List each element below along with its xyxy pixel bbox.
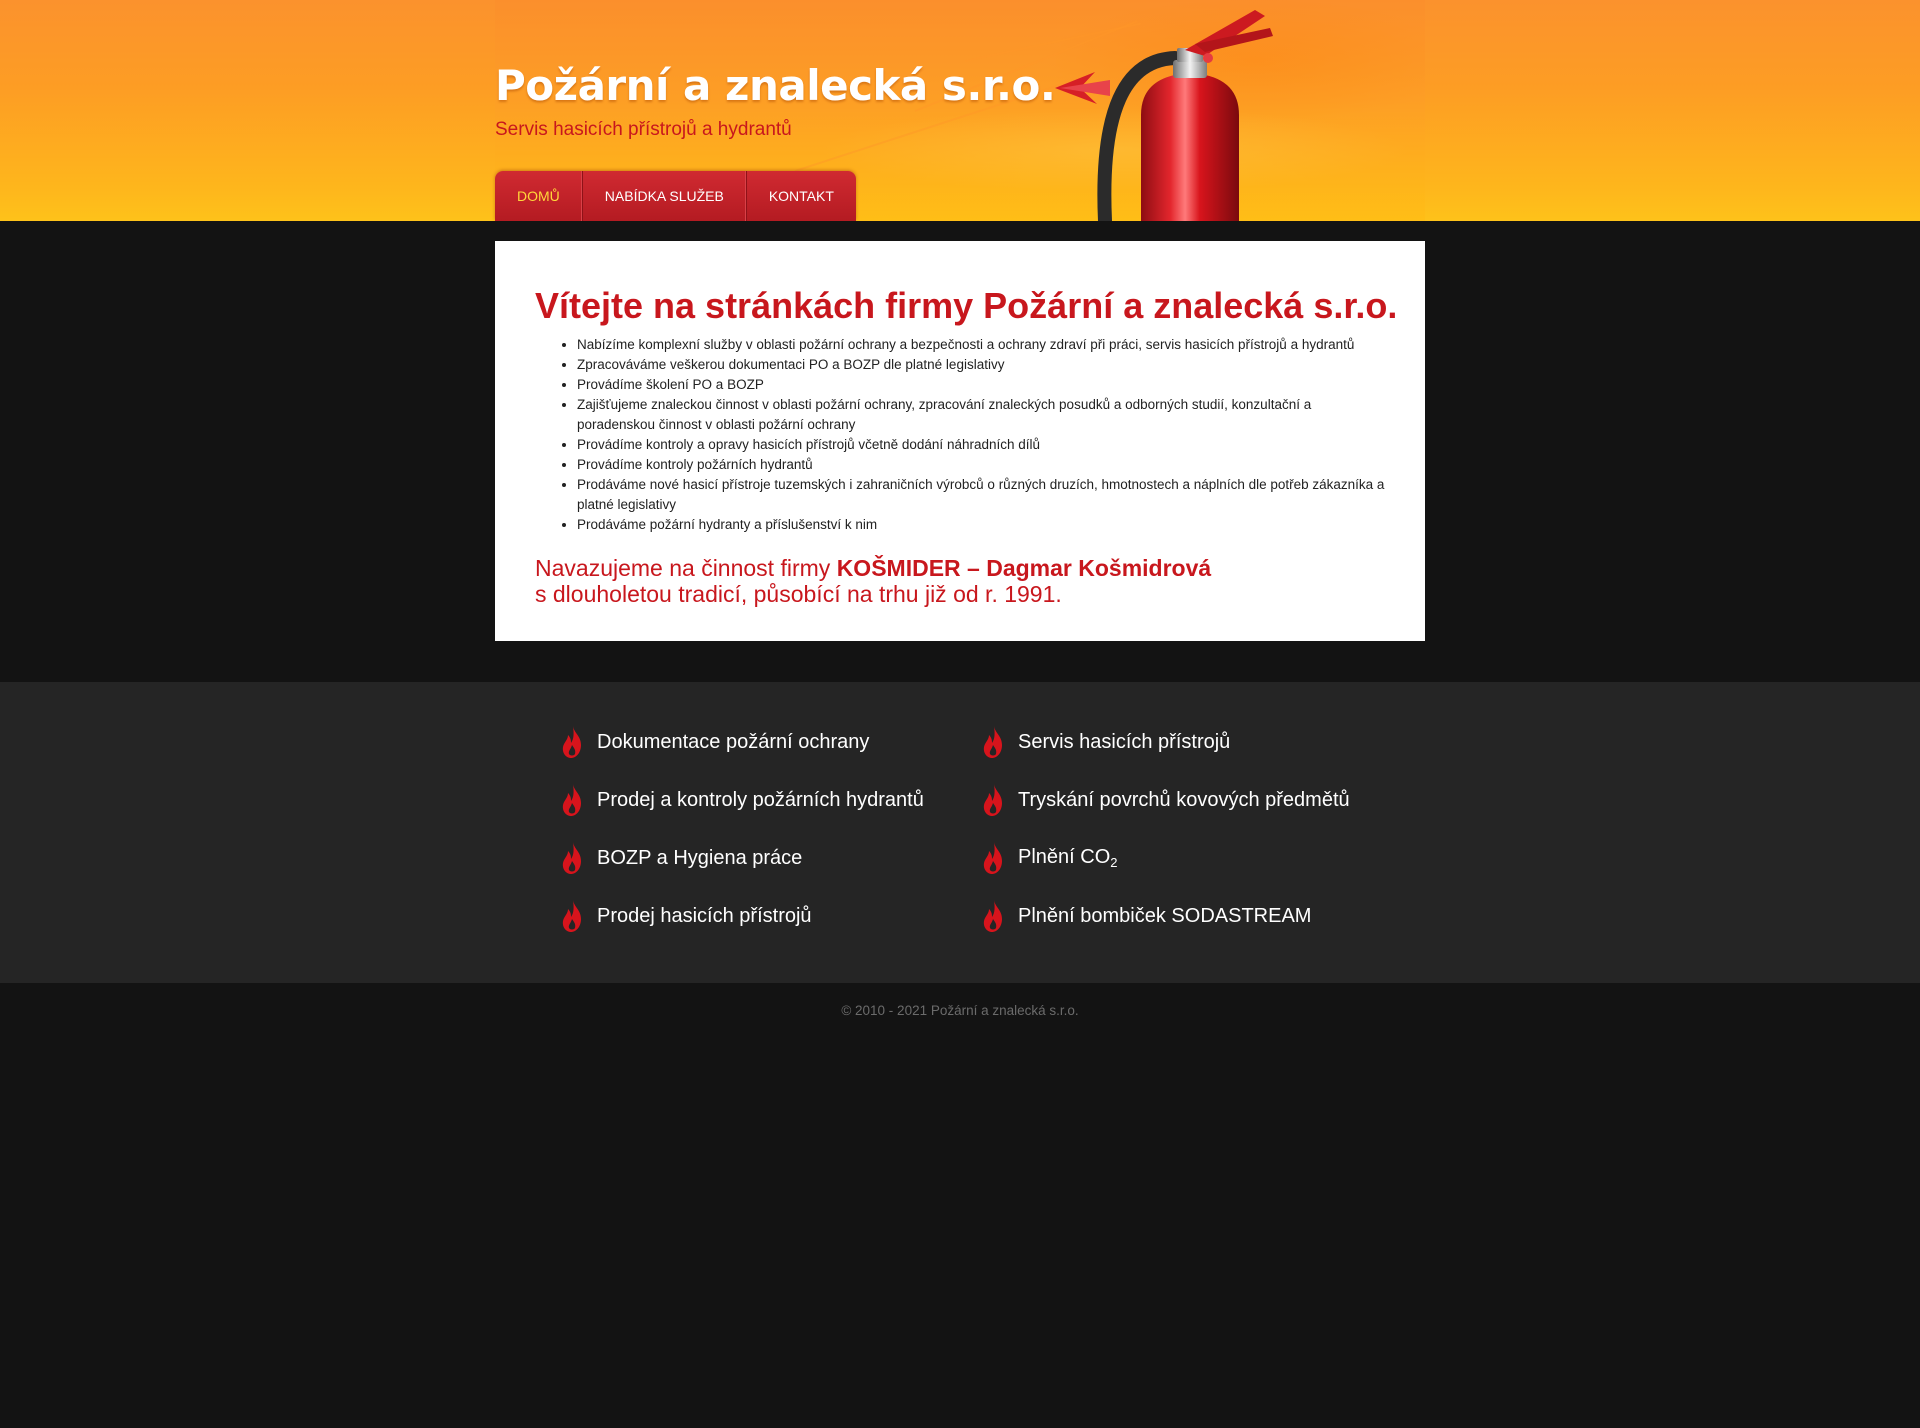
service-link-label: Plnění CO2 (1018, 846, 1118, 870)
company-name: KOŠMIDER – Dagmar Košmidrová (836, 555, 1212, 581)
nav-item-contact[interactable]: KONTAKT (747, 171, 856, 221)
site-title[interactable]: Požární a znalecká s.r.o. (495, 61, 1056, 110)
subscript: 2 (1110, 855, 1118, 870)
continuation-prefix: Navazujeme na činnost firmy (535, 555, 837, 581)
header-band: Požární a znalecká s.r.o. Servis hasicíc… (0, 0, 1920, 221)
list-item: Nabízíme komplexní služby v oblasti požá… (577, 335, 1385, 355)
list-item: Prodáváme nové hasicí přístroje tuzemský… (577, 475, 1385, 515)
service-link-blasting[interactable]: Tryskání povrchů kovových předmětů (980, 780, 1350, 820)
services-list: Nabízíme komplexní služby v oblasti požá… (535, 335, 1385, 535)
list-item: Provádíme kontroly a opravy hasicích pří… (577, 435, 1385, 455)
main-nav: DOMŮ NABÍDKA SLUŽEB KONTAKT (495, 171, 856, 221)
service-link-fire-documentation[interactable]: Dokumentace požární ochrany (559, 722, 869, 762)
service-link-label: Servis hasicích přístrojů (1018, 730, 1231, 753)
flame-icon (983, 784, 1002, 816)
flame-icon (983, 726, 1002, 758)
service-link-label: BOZP a Hygiena práce (597, 846, 803, 869)
list-item: Zajišťujeme znaleckou činnost v oblasti … (577, 395, 1385, 435)
list-item: Provádíme školení PO a BOZP (577, 375, 1385, 395)
list-item: Prodáváme požární hydranty a příslušenst… (577, 515, 1385, 535)
nav-item-home[interactable]: DOMŮ (495, 171, 583, 221)
flame-icon (562, 784, 581, 816)
fire-extinguisher-icon (1055, 10, 1273, 221)
continuation-text: Navazujeme na činnost firmy KOŠMIDER – D… (535, 555, 1211, 607)
service-link-hydrants[interactable]: Prodej a kontroly požárních hydrantů (559, 780, 924, 820)
list-item: Zpracováváme veškerou dokumentaci PO a B… (577, 355, 1385, 375)
list-item: Provádíme kontroly požárních hydrantů (577, 455, 1385, 475)
flame-icon (983, 900, 1002, 932)
service-link-label: Prodej a kontroly požárních hydrantů (597, 788, 924, 811)
continuation-line-2: s dlouholetou tradicí, působící na trhu … (535, 581, 1062, 607)
service-link-label: Plnění bombiček SODASTREAM (1018, 904, 1312, 927)
service-links-band: Dokumentace požární ochrany Prodej a kon… (0, 682, 1920, 983)
flame-icon (562, 900, 581, 932)
service-link-label: Dokumentace požární ochrany (597, 730, 870, 753)
header-inner: Požární a znalecká s.r.o. Servis hasicíc… (495, 0, 1425, 221)
page-title: Vítejte na stránkách firmy Požární a zna… (535, 285, 1398, 326)
footer-copyright: © 2010 - 2021 Požární a znalecká s.r.o. (841, 1003, 1079, 1018)
flame-icon (562, 842, 581, 874)
service-link-extinguisher-service[interactable]: Servis hasicích přístrojů (980, 722, 1230, 762)
service-link-bozp[interactable]: BOZP a Hygiena práce (559, 838, 802, 878)
service-link-co2-filling[interactable]: Plnění CO2 (980, 838, 1118, 878)
content-box: Vítejte na stránkách firmy Požární a zna… (495, 241, 1425, 641)
service-link-sodastream[interactable]: Plnění bombiček SODASTREAM (980, 896, 1311, 936)
service-link-label: Prodej hasicích přístrojů (597, 904, 812, 927)
service-link-extinguisher-sales[interactable]: Prodej hasicích přístrojů (559, 896, 812, 936)
nav-item-services[interactable]: NABÍDKA SLUŽEB (583, 171, 747, 221)
service-link-text: Plnění CO (1018, 846, 1111, 868)
flame-icon (562, 726, 581, 758)
continuation-line-1: Navazujeme na činnost firmy KOŠMIDER – D… (535, 555, 1211, 581)
site-subtitle: Servis hasicích přístrojů a hydrantů (495, 119, 792, 140)
flame-icon (983, 842, 1002, 874)
service-link-label: Tryskání povrchů kovových předmětů (1018, 788, 1350, 811)
